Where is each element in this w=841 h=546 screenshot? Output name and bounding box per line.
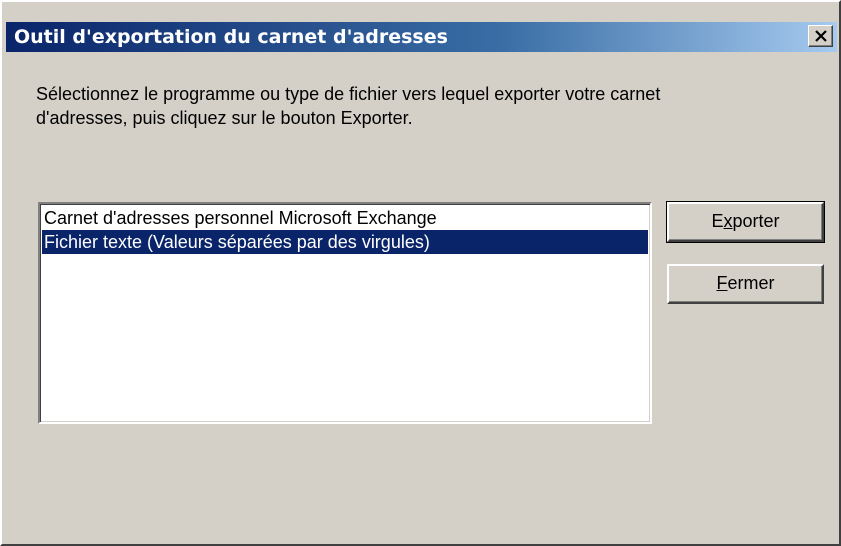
export-format-list[interactable]: Carnet d'adresses personnel Microsoft Ex…: [38, 202, 652, 424]
close-dialog-button[interactable]: Fermer: [667, 264, 824, 304]
export-label-start: E: [711, 211, 724, 231]
close-label-end: ermer: [727, 273, 775, 293]
instruction-text: Sélectionnez le programme ou type de fic…: [36, 82, 826, 130]
list-item-exchange-address-book[interactable]: Carnet d'adresses personnel Microsoft Ex…: [42, 206, 648, 230]
close-mnemonic: F: [716, 273, 728, 293]
instruction-line-2: d'adresses, puis cliquez sur le bouton E…: [36, 108, 413, 128]
close-icon: [815, 30, 827, 42]
list-item-label: Carnet d'adresses personnel Microsoft Ex…: [44, 208, 437, 228]
instruction-line-1: Sélectionnez le programme ou type de fic…: [36, 84, 661, 104]
export-dialog: Outil d'exportation du carnet d'adresses…: [0, 0, 841, 546]
close-button[interactable]: [808, 25, 833, 47]
export-label-end: porter: [732, 211, 780, 231]
list-item-csv-text-file[interactable]: Fichier texte (Valeurs séparées par des …: [42, 230, 648, 254]
list-item-label: Fichier texte (Valeurs séparées par des …: [44, 232, 430, 252]
export-button[interactable]: Exporter: [666, 201, 825, 243]
window-title: Outil d'exportation du carnet d'adresses: [14, 26, 448, 48]
title-bar[interactable]: Outil d'exportation du carnet d'adresses: [6, 22, 837, 52]
